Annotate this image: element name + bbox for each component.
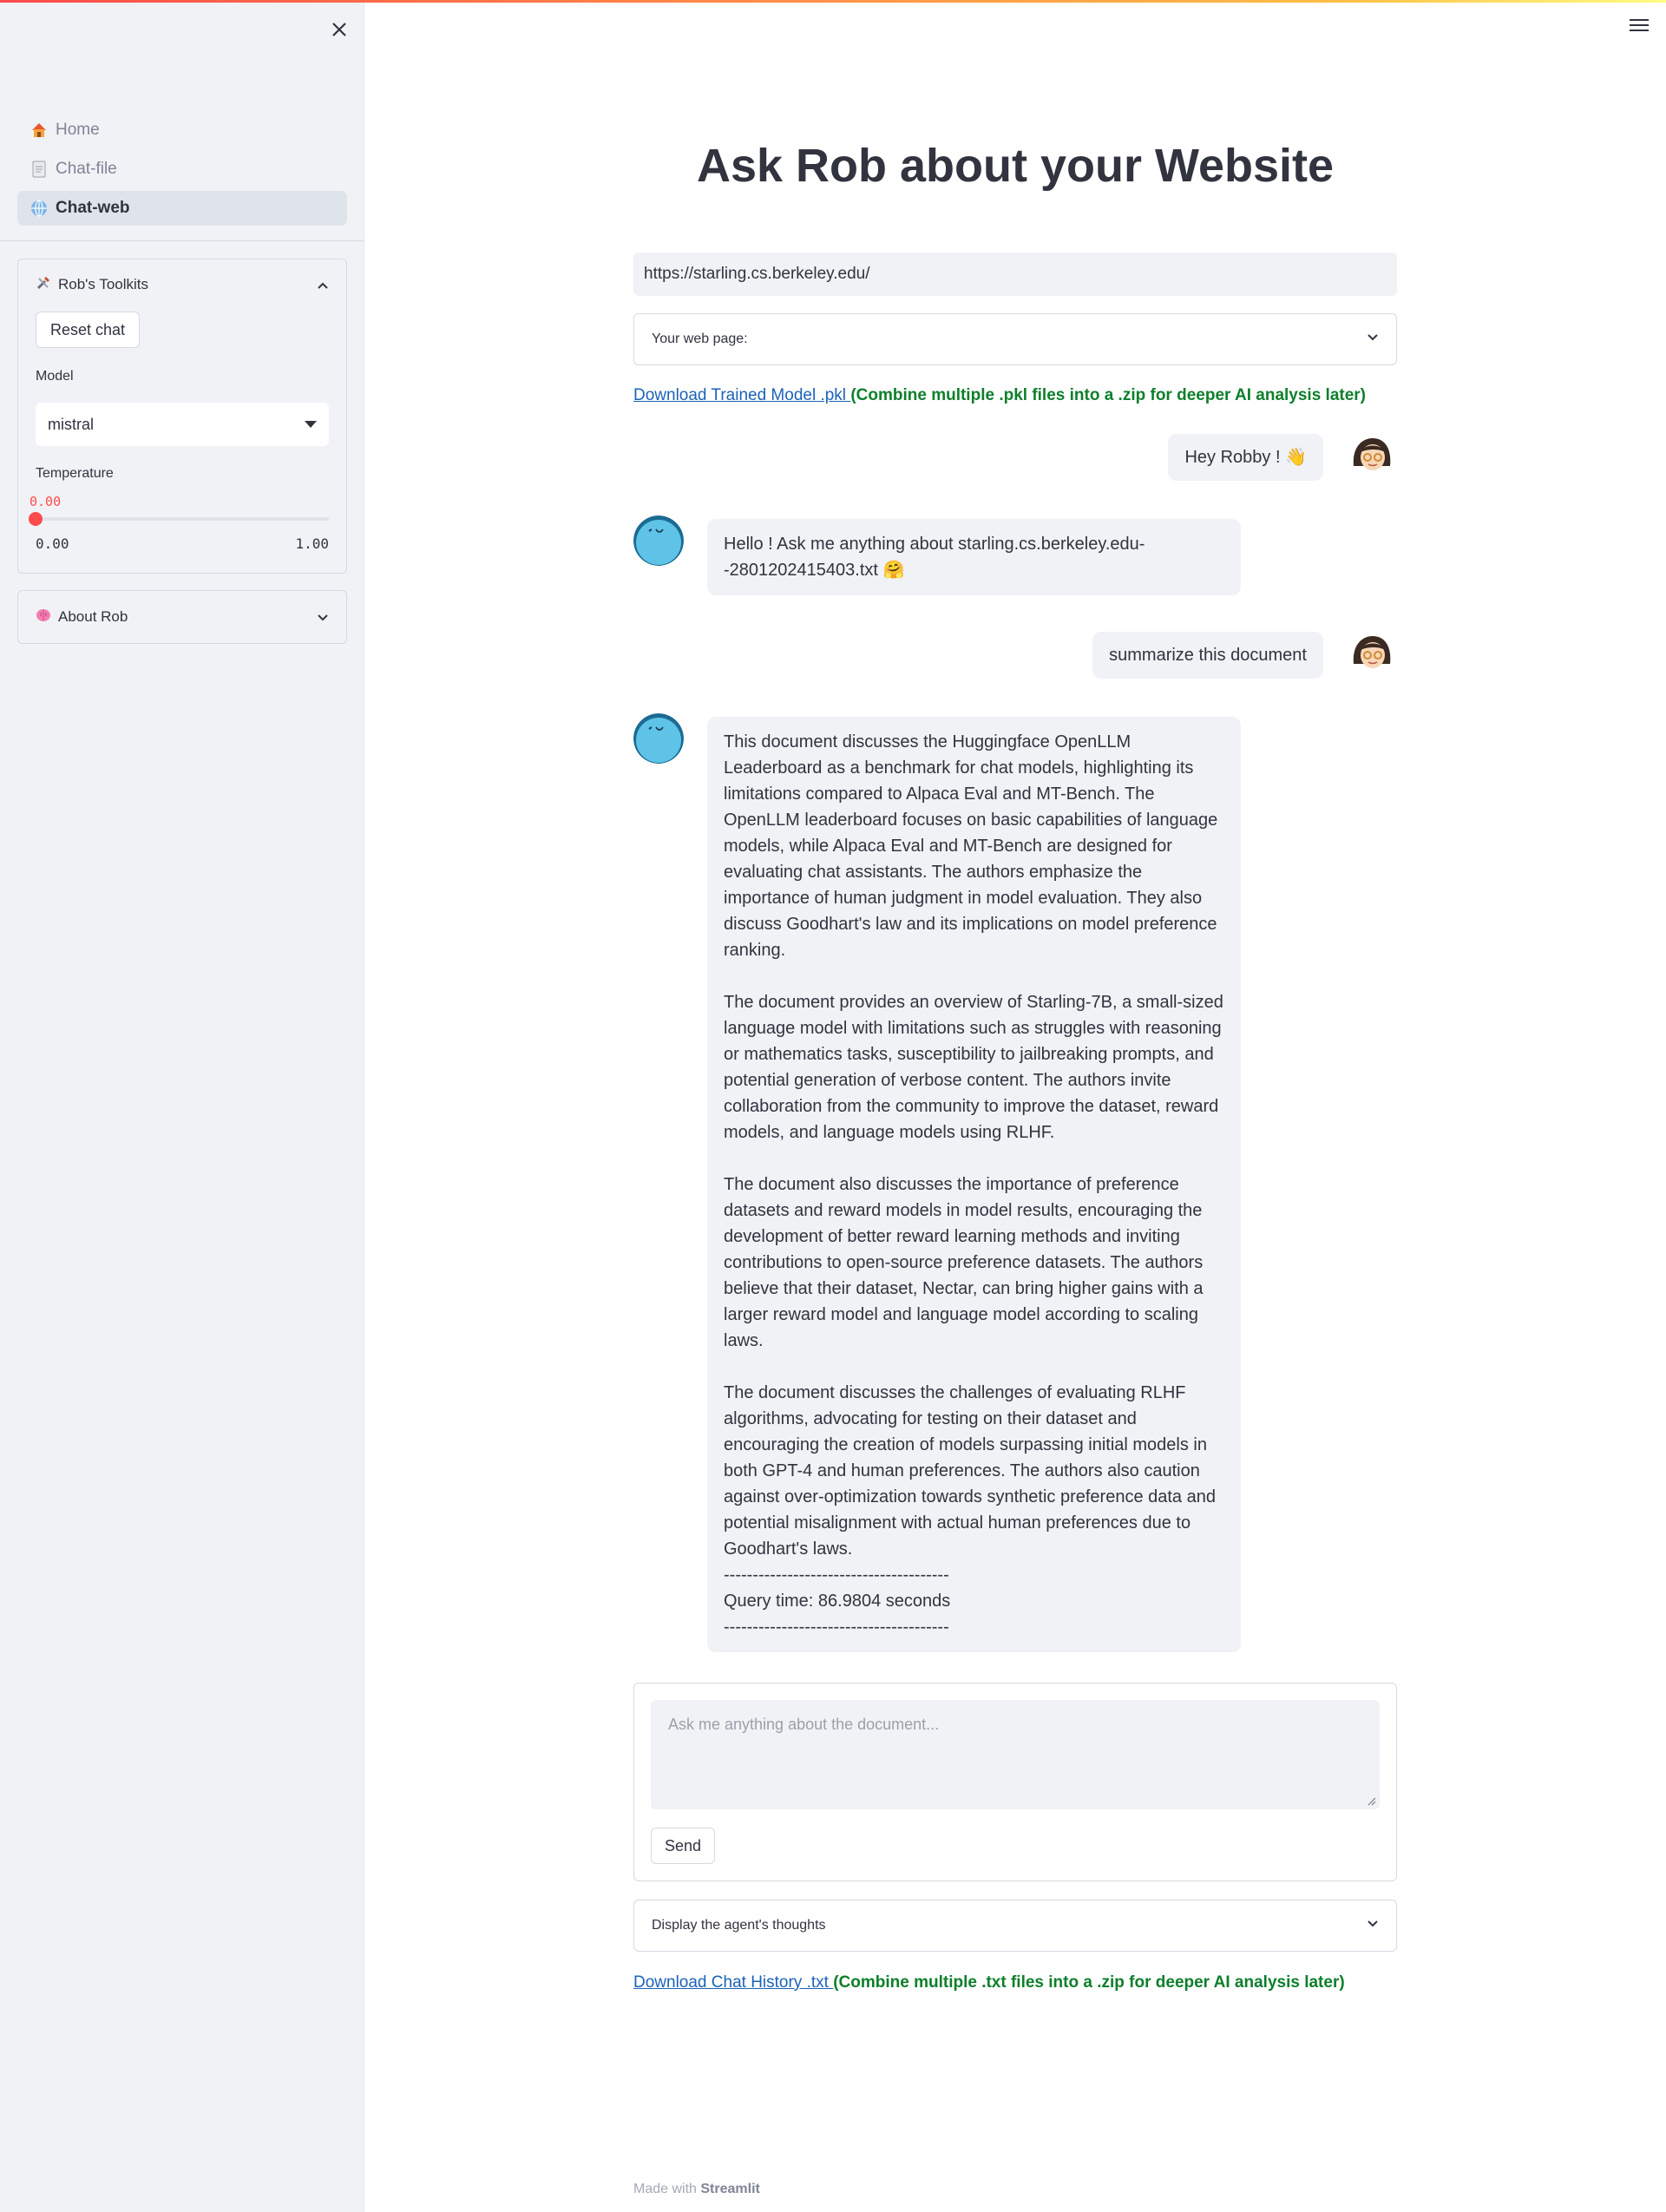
about-title: About Rob <box>58 608 128 625</box>
temperature-slider-track[interactable] <box>29 512 329 526</box>
sidebar-item-chat-web[interactable]: Chat-web <box>17 191 347 226</box>
summary-paragraph: The document provides an overview of Sta… <box>724 993 1223 1142</box>
model-select-value: mistral <box>48 415 94 433</box>
temperature-label: Temperature <box>36 466 114 481</box>
house-icon <box>30 121 52 140</box>
streamlit-link[interactable]: Streamlit <box>700 2182 759 2196</box>
caret-down-icon <box>305 421 317 428</box>
user-avatar <box>1347 431 1397 482</box>
chat-input-placeholder: Ask me anything about the document... <box>668 1716 940 1733</box>
sidebar: Home Chat-file Chat-web Rob's Toolkits R… <box>0 3 364 2212</box>
sidebar-divider <box>0 240 364 241</box>
user-avatar <box>1347 629 1397 679</box>
footer: Made with Streamlit <box>633 2182 760 2197</box>
close-sidebar-icon[interactable] <box>328 18 351 41</box>
history-download-note: (Combine multiple .txt files into a .zip… <box>833 1973 1345 1992</box>
summary-paragraph: The document also discusses the importan… <box>724 1175 1204 1350</box>
footer-prefix: Made with <box>633 2182 701 2196</box>
temperature-min-label: 0.00 <box>36 535 69 552</box>
hamburger-menu-icon[interactable] <box>1630 19 1649 33</box>
user-message: Hey Robby ! 👋 <box>1168 434 1323 481</box>
model-download-row: Download Trained Model .pkl (Combine mul… <box>633 386 1366 405</box>
thoughts-expander[interactable]: Display the agent's thoughts <box>633 1900 1397 1952</box>
toolkits-title: Rob's Toolkits <box>58 276 149 292</box>
user-message: summarize this document <box>1092 632 1323 679</box>
history-download-row: Download Chat History .txt (Combine mult… <box>633 1973 1345 1992</box>
chevron-down-icon[interactable] <box>317 611 329 623</box>
url-input[interactable]: https://starling.cs.berkeley.edu/ <box>633 253 1397 296</box>
download-history-link[interactable]: Download Chat History .txt <box>633 1973 833 1992</box>
model-label: Model <box>36 369 74 384</box>
model-select[interactable]: mistral <box>36 403 329 446</box>
chat-input[interactable]: Ask me anything about the document... <box>651 1700 1380 1809</box>
chevron-down-icon <box>1367 331 1379 348</box>
about-expander-header[interactable]: About Rob <box>18 591 346 643</box>
sidebar-item-home[interactable]: Home <box>17 113 347 148</box>
download-model-link[interactable]: Download Trained Model .pkl <box>633 386 850 404</box>
assistant-summary-message: This document discusses the Huggingface … <box>707 717 1241 1652</box>
reset-chat-button[interactable]: Reset chat <box>36 312 140 348</box>
assistant-message: Hello ! Ask me anything about starling.c… <box>707 519 1241 595</box>
summary-paragraph: The document discusses the challenges of… <box>724 1383 1216 1559</box>
page-title: Ask Rob about your Website <box>696 140 1335 192</box>
toolkits-expander-header[interactable]: Rob's Toolkits <box>18 259 346 310</box>
assistant-avatar <box>633 713 684 764</box>
summary-divider: --------------------------------------- <box>724 1565 949 1585</box>
sidebar-item-label: Home <box>56 121 100 139</box>
temperature-value: 0.00 <box>30 494 62 509</box>
tools-icon <box>36 275 51 295</box>
chat-input-form: Ask me anything about the document... Se… <box>633 1683 1397 1881</box>
sidebar-item-label: Chat-web <box>56 199 130 217</box>
assistant-avatar <box>633 515 684 566</box>
model-download-note: (Combine multiple .pkl files into a .zip… <box>850 386 1367 404</box>
temperature-max-label: 1.00 <box>295 535 329 552</box>
temperature-slider-thumb[interactable] <box>29 512 43 526</box>
sidebar-nav: Home Chat-file Chat-web <box>17 113 347 230</box>
about-expander[interactable]: About Rob <box>17 590 347 644</box>
send-button[interactable]: Send <box>651 1828 715 1864</box>
brain-icon <box>36 607 51 627</box>
globe-icon <box>30 199 52 218</box>
web-page-expander[interactable]: Your web page: <box>633 313 1397 365</box>
summary-divider: --------------------------------------- <box>724 1618 949 1637</box>
query-time: Query time: 86.9804 seconds <box>724 1592 951 1611</box>
summary-paragraph: This document discusses the Huggingface … <box>724 732 1218 960</box>
chevron-down-icon <box>1367 1918 1379 1934</box>
sidebar-item-chat-file[interactable]: Chat-file <box>17 152 347 187</box>
resize-handle-icon[interactable] <box>1368 1797 1376 1806</box>
sidebar-item-label: Chat-file <box>56 160 117 178</box>
document-icon <box>30 160 52 179</box>
web-page-expander-label: Your web page: <box>652 331 748 346</box>
chevron-up-icon[interactable] <box>317 279 329 291</box>
toolkits-expander: Rob's Toolkits Reset chat Model mistral … <box>17 259 347 574</box>
thoughts-expander-label: Display the agent's thoughts <box>652 1918 826 1933</box>
